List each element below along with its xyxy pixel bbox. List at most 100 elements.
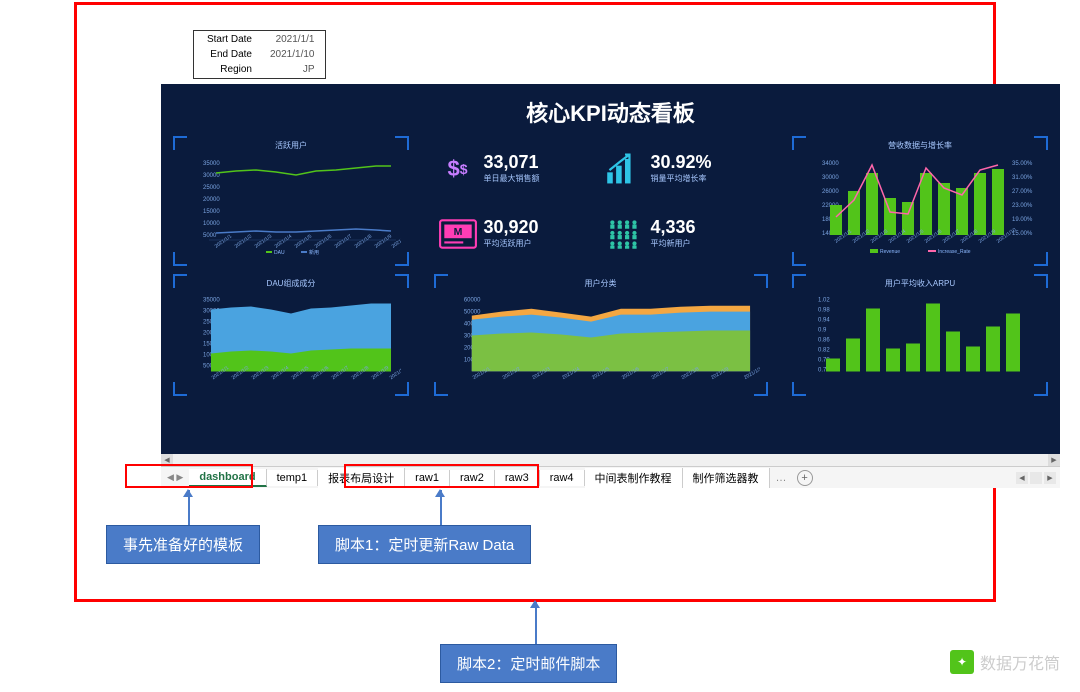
area-chart: 600005000040000300002000010000 2021/1/12…: [442, 290, 760, 388]
callout-line: [535, 602, 537, 644]
arrow-up-icon: [530, 600, 540, 608]
watermark: ✦ 数据万花筒: [950, 650, 1060, 674]
callout-template: 事先准备好的模板: [106, 525, 260, 564]
svg-text:M: M: [453, 226, 462, 238]
svg-text:35000: 35000: [203, 298, 220, 304]
tab-temp1[interactable]: temp1: [267, 470, 319, 486]
scroll-right-icon[interactable]: ▶: [1044, 472, 1056, 484]
tab-tutorial2[interactable]: 制作筛选器教: [683, 468, 770, 488]
svg-text:2021/1/5: 2021/1/5: [294, 233, 314, 249]
svg-text:新用: 新用: [309, 249, 319, 256]
svg-text:2021/1/8: 2021/1/8: [354, 233, 374, 249]
people-icon: [605, 214, 645, 254]
svg-text:2021/1/3: 2021/1/3: [254, 233, 274, 249]
svg-text:60000: 60000: [463, 298, 480, 304]
svg-text:31.00%: 31.00%: [1012, 175, 1033, 181]
svg-text:20000: 20000: [203, 197, 220, 203]
svg-text:0.94: 0.94: [818, 318, 830, 324]
callout-script1: 脚本1：定时更新Raw Data: [318, 525, 531, 564]
line-chart: 35000 30000 25000 20000 15000 10000 5000 2021/…: [181, 152, 401, 258]
sheet-tabs: ◀ ▶ dashboard temp1 报表布局设计 raw1 raw2 raw…: [161, 466, 1060, 488]
panel-title: 用户分类: [434, 274, 768, 289]
filter-table: Start Date2021/1/1 End Date2021/1/10 Reg…: [193, 30, 326, 79]
svg-text:DAU: DAU: [274, 250, 285, 256]
svg-text:19.00%: 19.00%: [1012, 217, 1033, 223]
tab-raw2[interactable]: raw2: [450, 470, 495, 486]
svg-text:0.98: 0.98: [818, 308, 830, 314]
svg-text:2021/1/6: 2021/1/6: [314, 233, 334, 249]
panel-dau-comp: DAU组成成分 35000300002500020000150001000050…: [173, 274, 409, 396]
filter-value[interactable]: 2021/1/1: [262, 33, 323, 46]
panel-revenue-growth: 营收数据与增长率 340003000026000220001800014000 …: [792, 136, 1048, 266]
svg-text:2021/1/7: 2021/1/7: [334, 233, 354, 249]
svg-text:0.9: 0.9: [818, 328, 827, 334]
svg-text:2021/1/2: 2021/1/2: [234, 233, 254, 249]
svg-text:0.86: 0.86: [818, 338, 830, 344]
combo-chart: 340003000026000220001800014000 35.00%31.…: [800, 152, 1040, 258]
kpi-growth-rate: 30.92%销量平均增长率: [601, 136, 768, 201]
svg-text:2021/1/4: 2021/1/4: [274, 233, 294, 249]
dashboard-title: 核心KPI动态看板: [161, 84, 1060, 136]
svg-text:35000: 35000: [203, 161, 220, 167]
svg-text:5000: 5000: [203, 233, 217, 239]
tab-raw4[interactable]: raw4: [540, 470, 585, 486]
panel-arpu: 用户平均收入ARPU 1.020.980.940.90.860.820.780.…: [792, 274, 1048, 396]
dollar-icon: $$: [438, 149, 478, 189]
horizontal-scrollbar[interactable]: ◀ ▶: [161, 454, 1060, 466]
kpi-max-sales: $$ 33,071单日最大销售额: [434, 136, 601, 201]
panel-kpi: $$ 33,071单日最大销售额 30.92%销量平均增长率 M 30,920: [434, 136, 768, 266]
growth-chart-icon: [605, 149, 645, 189]
svg-text:Revenue: Revenue: [880, 249, 900, 255]
scroll-left-icon[interactable]: ◀: [161, 454, 173, 466]
panel-title: 活跃用户: [173, 136, 409, 151]
svg-text:26000: 26000: [822, 189, 839, 195]
area-chart: 3500030000250002000015000100005000 2021/…: [181, 290, 401, 388]
svg-text:2021/1/9: 2021/1/9: [374, 233, 394, 249]
card-m-icon: M: [438, 214, 478, 254]
bar-chart: 1.020.980.940.90.860.820.780.74: [800, 290, 1040, 388]
scroll-left-icon[interactable]: ◀: [1016, 472, 1028, 484]
tab-raw1[interactable]: raw1: [405, 470, 450, 486]
svg-text:25000: 25000: [203, 185, 220, 191]
svg-text:30000: 30000: [822, 175, 839, 181]
svg-text:27.00%: 27.00%: [1012, 189, 1033, 195]
wechat-icon: ✦: [950, 650, 974, 674]
arrow-up-icon: [435, 489, 445, 497]
panel-title: DAU组成成分: [173, 274, 409, 289]
filter-value[interactable]: JP: [262, 63, 323, 76]
annotation-frame: Start Date2021/1/1 End Date2021/1/10 Reg…: [74, 2, 996, 602]
tab-nav-icon[interactable]: ◀ ▶: [161, 472, 189, 483]
kpi-new-users: 4,336平均新用户: [601, 201, 768, 266]
kpi-avg-dau: M 30,920平均活跃用户: [434, 201, 601, 266]
add-sheet-button[interactable]: +: [797, 470, 813, 486]
filter-label: Region: [196, 63, 260, 76]
arrow-up-icon: [183, 489, 193, 497]
svg-text:1.02: 1.02: [818, 298, 830, 304]
tab-overflow-icon[interactable]: …: [770, 472, 793, 484]
scroll-right-icon[interactable]: ▶: [1048, 454, 1060, 466]
svg-text:0.82: 0.82: [818, 348, 830, 354]
dashboard: 核心KPI动态看板 活跃用户 35000 30000 25000 20000 15000…: [161, 84, 1060, 454]
tab-tutorial1[interactable]: 中间表制作教程: [585, 468, 683, 488]
svg-text:30000: 30000: [203, 173, 220, 179]
tab-dashboard[interactable]: dashboard: [189, 469, 266, 487]
watermark-text: 数据万花筒: [980, 650, 1060, 674]
filter-value[interactable]: 2021/1/10: [262, 48, 323, 61]
panel-title: 营收数据与增长率: [792, 136, 1048, 151]
callout-script2: 脚本2：定时邮件脚本: [440, 644, 617, 683]
svg-text:35.00%: 35.00%: [1012, 161, 1033, 167]
panel-active-users: 活跃用户 35000 30000 25000 20000 15000 10000 5000 …: [173, 136, 409, 266]
svg-text:34000: 34000: [822, 161, 839, 167]
svg-text:10000: 10000: [203, 221, 220, 227]
filter-label: Start Date: [196, 33, 260, 46]
tab-raw3[interactable]: raw3: [495, 470, 540, 486]
svg-text:2021/1/1: 2021/1/1: [214, 233, 234, 249]
svg-text:15000: 15000: [203, 209, 220, 215]
tab-layout[interactable]: 报表布局设计: [318, 468, 405, 488]
panel-user-dist: 用户分类 600005000040000300002000010000 2021…: [434, 274, 768, 396]
filter-label: End Date: [196, 48, 260, 61]
svg-text:23.00%: 23.00%: [1012, 203, 1033, 209]
svg-text:2021/1/10: 2021/1/10: [391, 232, 401, 250]
svg-text:Increase_Rate: Increase_Rate: [938, 249, 971, 255]
panel-title: 用户平均收入ARPU: [792, 274, 1048, 289]
